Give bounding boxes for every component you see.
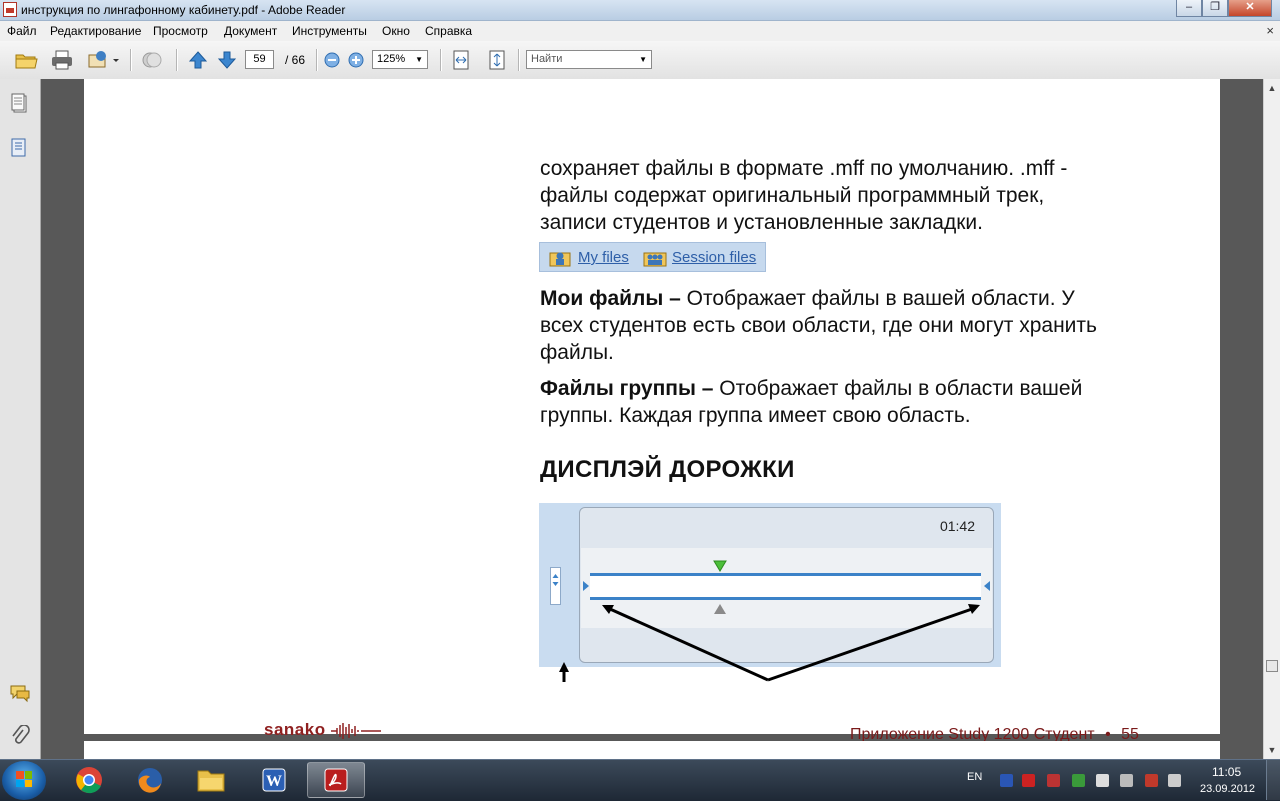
start-button[interactable] bbox=[2, 761, 46, 800]
file-buttons-image: My files Session files bbox=[539, 242, 766, 272]
annotation-arrows bbox=[559, 604, 980, 682]
word-taskbar-icon[interactable]: W bbox=[245, 762, 303, 798]
term-group-files: Файлы группы – bbox=[540, 377, 714, 400]
svg-text:W: W bbox=[266, 773, 282, 790]
toolbar-separator bbox=[440, 49, 442, 71]
attachments-doc-icon[interactable] bbox=[9, 137, 31, 159]
paragraph-line: Мои файлы – Отображает файлы в вашей обл… bbox=[540, 285, 1075, 312]
pdf-file-icon bbox=[3, 2, 17, 17]
close-document-icon[interactable]: × bbox=[1266, 23, 1274, 38]
next-page-icon[interactable] bbox=[214, 49, 240, 71]
open-folder-icon[interactable] bbox=[12, 49, 40, 71]
window-title: инструкция по лингафонному кабинету.pdf … bbox=[21, 3, 346, 17]
find-placeholder: Найти bbox=[531, 53, 563, 65]
sound-wave-icon bbox=[330, 722, 381, 739]
paragraph-line: Файлы группы – Отображает файлы в област… bbox=[540, 375, 1082, 402]
language-indicator[interactable]: EN bbox=[967, 771, 982, 783]
find-input[interactable]: Найти ▼ bbox=[526, 50, 652, 69]
pdf-page: сохраняет файлы в формате .mff по умолча… bbox=[84, 79, 1220, 743]
paragraph-line: всех студентов есть свои области, где он… bbox=[540, 314, 1097, 337]
menu-file[interactable]: Файл bbox=[7, 24, 37, 38]
section-heading: ДИСПЛЭЙ ДОРОЖКИ bbox=[540, 456, 795, 483]
session-files-icon bbox=[643, 249, 667, 271]
action-center-flag-icon[interactable] bbox=[1096, 774, 1109, 787]
chevron-down-icon: ▼ bbox=[415, 55, 423, 64]
close-button[interactable]: ✕ bbox=[1228, 0, 1272, 17]
update-tray-icon[interactable] bbox=[1072, 774, 1085, 787]
my-files-icon bbox=[549, 249, 571, 271]
menu-help[interactable]: Справка bbox=[425, 24, 472, 38]
fit-page-icon[interactable] bbox=[484, 49, 510, 71]
toolbar-separator bbox=[518, 49, 520, 71]
page-number-input[interactable]: 59 bbox=[245, 50, 274, 69]
toolbar: 59 / 66 125% ▼ Найти ▼ bbox=[0, 41, 1280, 80]
chrome-taskbar-icon[interactable] bbox=[60, 762, 118, 798]
zoom-select[interactable]: 125% ▼ bbox=[372, 50, 428, 69]
scrollbar-thumb[interactable] bbox=[1266, 660, 1278, 672]
menu-edit[interactable]: Редактирование bbox=[50, 24, 141, 38]
explorer-taskbar-icon[interactable] bbox=[182, 762, 240, 798]
paragraph-line: сохраняет файлы в формате .mff по умолча… bbox=[540, 157, 1068, 180]
window-controls: – ❐ ✕ bbox=[1176, 0, 1272, 18]
network-tray-icon[interactable] bbox=[1145, 774, 1158, 787]
vertical-scrollbar[interactable]: ▲ ▼ bbox=[1263, 79, 1280, 759]
title-bar: инструкция по лингафонному кабинету.pdf … bbox=[0, 0, 1280, 21]
firefox-taskbar-icon[interactable] bbox=[121, 762, 179, 798]
keyboard-tray-icon[interactable] bbox=[1000, 774, 1013, 787]
paragraph-line: группы. Каждая группа имеет свою область… bbox=[540, 404, 971, 427]
windows-logo-icon bbox=[16, 771, 32, 787]
page-total: / 66 bbox=[284, 53, 305, 67]
clock-time[interactable]: 11:05 bbox=[1212, 765, 1241, 779]
zoom-value: 125% bbox=[377, 53, 406, 65]
pages-panel-icon[interactable] bbox=[9, 93, 31, 115]
email-share-icon[interactable] bbox=[86, 49, 122, 71]
adobe-tray-icon[interactable] bbox=[1022, 774, 1035, 787]
adobe-reader-taskbar-icon[interactable] bbox=[307, 762, 365, 798]
paperclip-icon[interactable] bbox=[9, 724, 31, 747]
toolbar-separator bbox=[316, 49, 318, 71]
menu-bar: Файл Редактирование Просмотр Документ Ин… bbox=[0, 21, 1280, 41]
scroll-up-icon[interactable]: ▲ bbox=[1265, 81, 1279, 95]
session-files-link: Session files bbox=[672, 249, 757, 266]
menu-window[interactable]: Окно bbox=[382, 24, 410, 38]
security-tray-icon[interactable] bbox=[1047, 774, 1060, 787]
next-pdf-page bbox=[84, 741, 1220, 759]
show-desktop-button[interactable] bbox=[1266, 760, 1280, 800]
chevron-down-icon: ▼ bbox=[639, 55, 647, 64]
restore-button[interactable]: ❐ bbox=[1202, 0, 1228, 17]
paragraph-line: записи студентов и установленные закладк… bbox=[540, 211, 983, 234]
term-my-files: Мои файлы – bbox=[540, 287, 681, 310]
menu-tools[interactable]: Инструменты bbox=[292, 24, 367, 38]
toolbar-separator bbox=[130, 49, 132, 71]
minimize-button[interactable]: – bbox=[1176, 0, 1202, 17]
previous-page-icon[interactable] bbox=[185, 49, 211, 71]
definition-text: Отображает файлы в области вашей bbox=[713, 377, 1083, 400]
volume-tray-icon[interactable] bbox=[1168, 774, 1181, 787]
menu-document[interactable]: Документ bbox=[224, 24, 277, 38]
document-view[interactable]: сохраняет файлы в формате .mff по умолча… bbox=[41, 79, 1263, 759]
definition-text: Отображает файлы в вашей области. У bbox=[680, 287, 1075, 310]
logo-text: sanako bbox=[264, 720, 326, 739]
power-tray-icon[interactable] bbox=[1120, 774, 1133, 787]
zoom-in-icon[interactable] bbox=[346, 49, 366, 71]
paragraph-line: файлы содержат оригинальный программный … bbox=[540, 184, 1045, 207]
position-marker-green-icon bbox=[713, 560, 727, 572]
fit-width-icon[interactable] bbox=[448, 49, 474, 71]
toolbar-separator bbox=[176, 49, 178, 71]
track-time: 01:42 bbox=[939, 518, 975, 534]
paragraph-line: файлы. bbox=[540, 341, 614, 364]
comments-icon[interactable] bbox=[9, 682, 31, 704]
scroll-down-icon[interactable]: ▼ bbox=[1265, 743, 1279, 757]
zoom-out-icon[interactable] bbox=[322, 49, 342, 71]
print-icon[interactable] bbox=[48, 49, 76, 71]
navigation-sidebar bbox=[0, 79, 41, 759]
taskbar: W EN 11:05 23.09.2012 bbox=[0, 759, 1280, 801]
collaborate-icon[interactable] bbox=[138, 49, 166, 71]
menu-view[interactable]: Просмотр bbox=[153, 24, 208, 38]
sanako-logo: sanako bbox=[264, 720, 383, 741]
my-files-link: My files bbox=[578, 249, 629, 266]
clock-date[interactable]: 23.09.2012 bbox=[1200, 783, 1255, 795]
